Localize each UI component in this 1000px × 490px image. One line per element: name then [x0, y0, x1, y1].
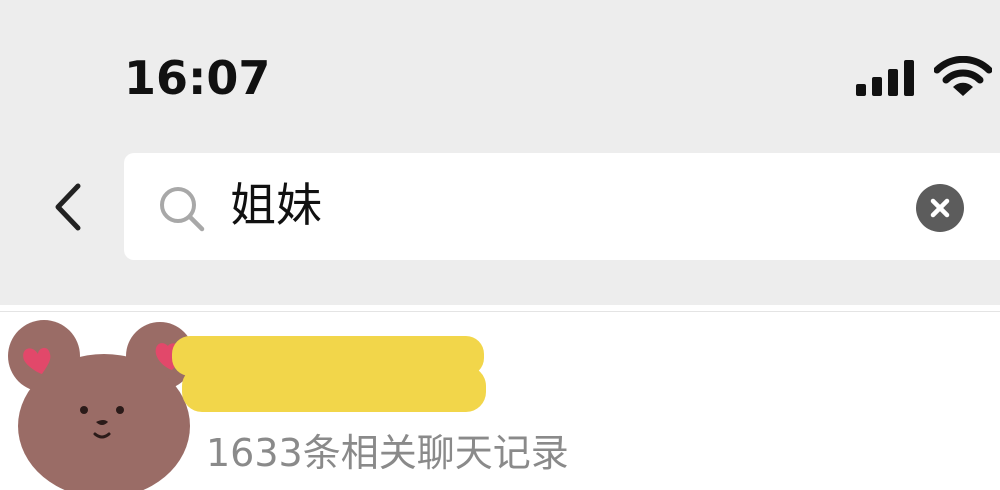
wifi-icon	[934, 56, 992, 96]
search-icon	[160, 187, 205, 232]
back-button[interactable]	[40, 174, 96, 238]
header-area: 16:07	[0, 0, 1000, 305]
clear-search-button[interactable]	[916, 184, 964, 232]
search-box[interactable]	[124, 153, 1000, 260]
status-time: 16:07	[124, 51, 271, 105]
search-result-item[interactable]: 1633条相关聊天记录	[0, 312, 1000, 490]
result-meta: 1633条相关聊天记录	[206, 431, 569, 475]
cellular-signal-icon	[856, 60, 914, 96]
bear-avatar-icon	[8, 320, 194, 490]
search-input[interactable]	[230, 173, 890, 237]
status-bar: 16:07	[0, 0, 1000, 130]
name-redaction-mark	[172, 336, 486, 412]
chevron-left-icon	[55, 183, 81, 231]
clear-circle-icon	[930, 198, 950, 218]
